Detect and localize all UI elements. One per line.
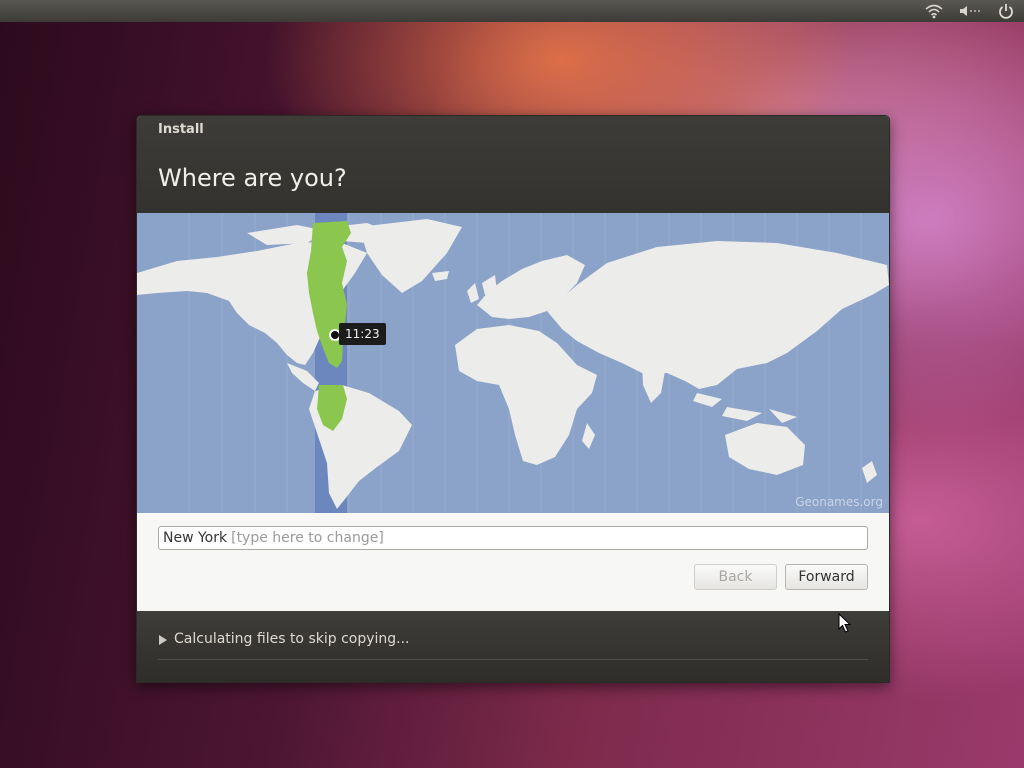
wifi-icon — [925, 4, 943, 19]
map-credit: Geonames.org — [795, 495, 883, 509]
location-value: New York — [163, 530, 228, 546]
window-title: Install — [158, 122, 204, 137]
network-indicator[interactable] — [916, 0, 952, 22]
sound-indicator[interactable] — [952, 0, 988, 22]
installer-window: Install Where are you? 11:23 Geonames.or… — [136, 115, 890, 683]
back-button[interactable]: Back — [694, 564, 777, 590]
timezone-time-label: 11:23 — [339, 323, 386, 345]
speaker-icon — [960, 6, 980, 16]
top-panel — [0, 0, 1024, 22]
world-map — [137, 213, 889, 513]
window-header: Install Where are you? — [137, 116, 889, 213]
location-input[interactable]: New York [type here to change] — [158, 526, 868, 550]
location-hint: [type here to change] — [231, 530, 384, 546]
timezone-map[interactable]: 11:23 Geonames.org — [137, 213, 889, 513]
expander-arrow-icon[interactable] — [159, 635, 167, 645]
location-panel: New York [type here to change] Back Forw… — [137, 513, 889, 611]
progress-status[interactable]: Calculating files to skip copying... — [174, 631, 410, 647]
session-indicator[interactable] — [988, 0, 1024, 22]
progress-section: Calculating files to skip copying... — [137, 611, 889, 682]
page-title: Where are you? — [158, 164, 347, 192]
mouse-pointer-icon — [838, 613, 852, 633]
forward-button[interactable]: Forward — [785, 564, 868, 590]
progress-divider — [158, 659, 868, 660]
power-icon — [999, 4, 1013, 19]
